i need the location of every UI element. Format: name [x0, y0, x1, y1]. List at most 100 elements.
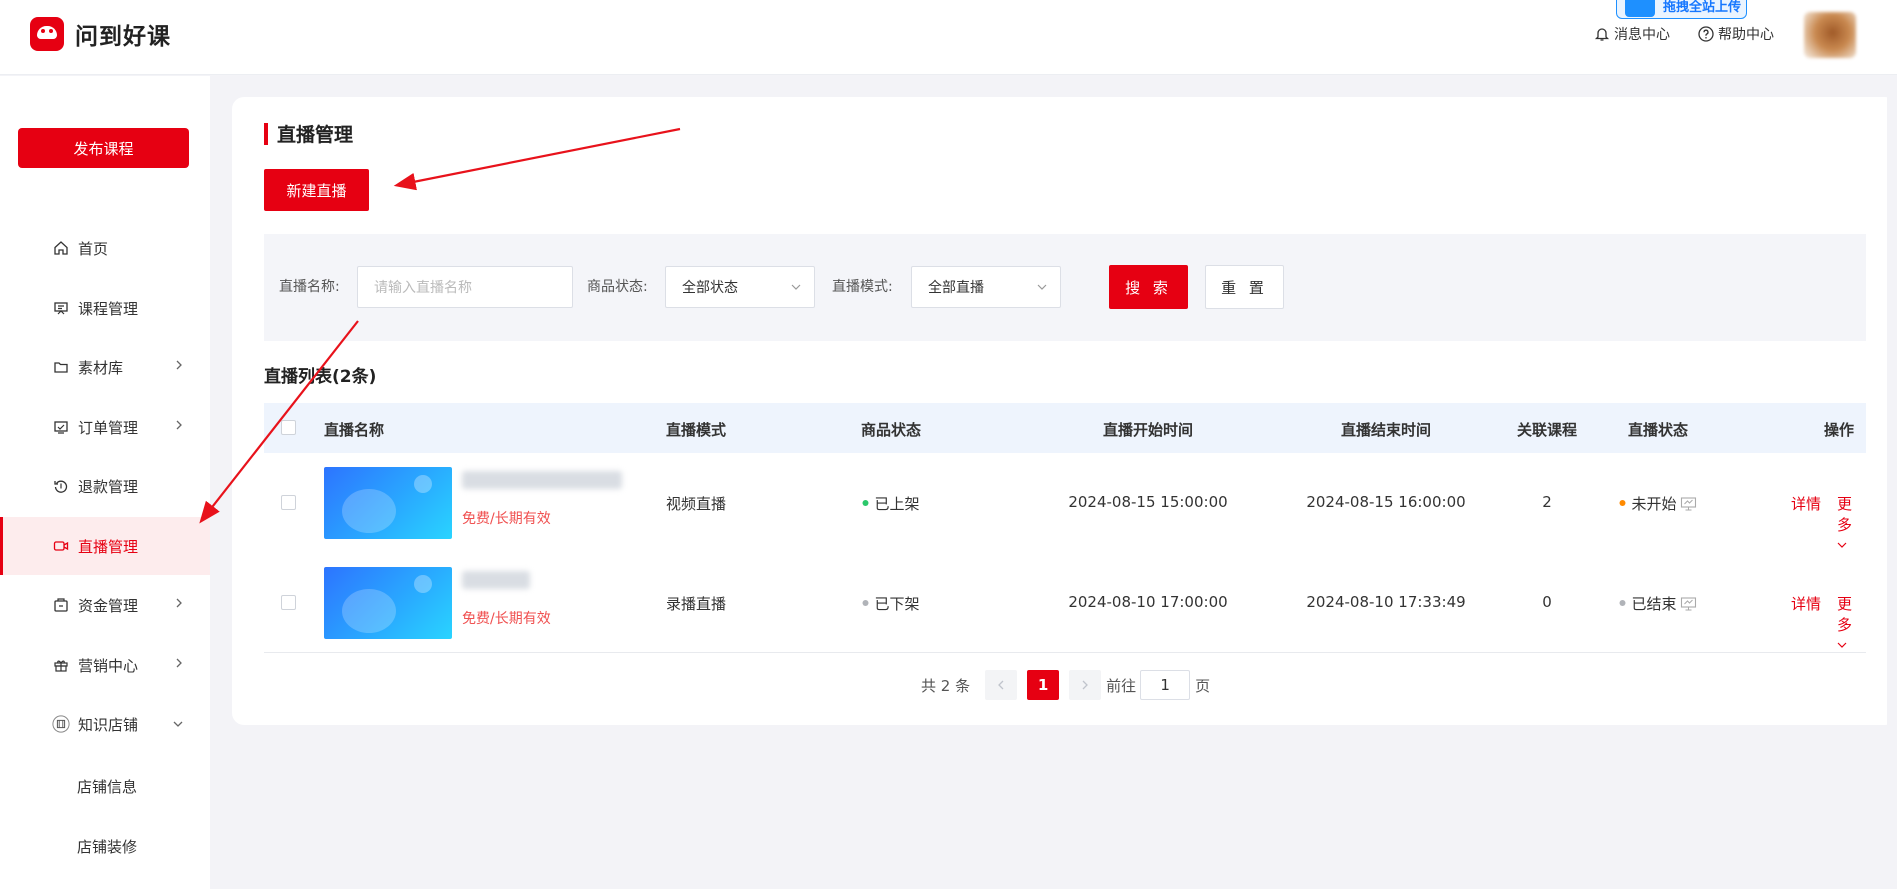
- live-name-input[interactable]: 请输入直播名称: [357, 266, 573, 308]
- sidebar-item-label: 营销中心: [78, 656, 139, 675]
- related-courses-cell: 0: [1542, 593, 1552, 611]
- page-title: 直播管理: [277, 124, 354, 146]
- goods-status-label: 商品状态:: [587, 279, 648, 295]
- col-actions: 操作: [1824, 421, 1855, 439]
- main-content-card: 直播管理 新建直播 直播名称: 请输入直播名称 商品状态: 全部状态 直播模式:…: [232, 97, 1897, 725]
- price-label: 免费/长期有效: [462, 511, 551, 527]
- sidebar-item-orders[interactable]: 订单管理: [0, 398, 210, 456]
- refund-icon: [52, 477, 70, 495]
- col-goods-status: 商品状态: [860, 421, 922, 439]
- new-live-button[interactable]: 新建直播: [264, 169, 369, 211]
- goto-page-input[interactable]: 1: [1140, 670, 1191, 700]
- chevron-down-icon: [1837, 642, 1847, 648]
- goods-status-cell: 已下架: [862, 593, 920, 614]
- monitor-icon: [1680, 597, 1697, 611]
- brand-logo[interactable]: 问到好课: [30, 17, 171, 51]
- status-dot: [1619, 500, 1626, 506]
- help-icon: [1698, 26, 1714, 42]
- goods-status-value: 全部状态: [682, 280, 738, 296]
- col-live-mode: 直播模式: [665, 421, 727, 439]
- message-center-label: 消息中心: [1614, 27, 1670, 43]
- table-row: 免费/长期有效 录播直播 已下架 2024-08-10 17:00:00 202…: [264, 553, 1866, 653]
- live-mode-select[interactable]: 全部直播: [911, 266, 1061, 308]
- bell-icon: [1594, 28, 1610, 41]
- wallet-icon: [52, 596, 70, 614]
- message-center-link[interactable]: 消息中心: [1594, 24, 1670, 44]
- home-icon: [52, 239, 70, 257]
- start-time-cell: 2024-08-15 15:00:00: [1068, 493, 1228, 511]
- live-title-redacted[interactable]: [462, 471, 622, 489]
- sidebar-item-label: 课程管理: [78, 299, 139, 318]
- sidebar-item-label: 素材库: [78, 358, 124, 377]
- live-title-redacted[interactable]: [462, 571, 530, 589]
- table-header: 直播名称 直播模式 商品状态 直播开始时间 直播结束时间 关联课程 直播状态 操…: [264, 403, 1866, 453]
- prev-page-button[interactable]: [985, 670, 1018, 700]
- sidebar-subitem-shop-decor[interactable]: 店铺装修: [0, 821, 210, 871]
- status-dot: [862, 600, 869, 606]
- sidebar-item-label: 知识店铺: [78, 715, 139, 734]
- gift-icon: [52, 656, 70, 674]
- chevron-down-icon: [791, 284, 801, 290]
- live-cover-thumbnail[interactable]: [324, 467, 452, 539]
- chevron-right-icon: [1082, 680, 1089, 690]
- shop-icon: [52, 715, 70, 733]
- upload-badge[interactable]: 拖拽全站上传: [1616, 0, 1747, 19]
- row-checkbox[interactable]: [281, 595, 296, 610]
- select-all-checkbox[interactable]: [281, 420, 296, 435]
- chevron-down-icon: [1837, 542, 1847, 548]
- chevron-down-icon: [1037, 284, 1047, 290]
- sidebar-subitem-shop-info[interactable]: 店铺信息: [0, 761, 210, 811]
- start-time-cell: 2024-08-10 17:00:00: [1068, 593, 1228, 611]
- sidebar-item-live[interactable]: 直播管理: [0, 517, 210, 575]
- live-mode-cell: 视频直播: [665, 495, 727, 513]
- more-dropdown[interactable]: 更多: [1837, 493, 1866, 553]
- chevron-right-icon: [176, 420, 182, 430]
- live-cover-thumbnail[interactable]: [324, 567, 452, 639]
- title-accent-bar: [264, 123, 268, 145]
- chevron-left-icon: [998, 680, 1004, 690]
- search-button[interactable]: 搜 索: [1109, 265, 1188, 309]
- row-checkbox[interactable]: [281, 495, 296, 510]
- sidebar-item-label: 直播管理: [78, 537, 139, 556]
- chevron-down-icon: [173, 721, 183, 727]
- user-avatar[interactable]: [1804, 12, 1856, 58]
- live-name-label: 直播名称:: [279, 279, 340, 295]
- live-status-cell: 未开始: [1619, 493, 1697, 514]
- sidebar-item-label: 退款管理: [78, 477, 139, 496]
- next-page-button[interactable]: [1069, 670, 1102, 700]
- chevron-right-icon: [176, 360, 182, 370]
- reset-button[interactable]: 重 置: [1205, 265, 1284, 309]
- detail-link[interactable]: 详情: [1791, 593, 1821, 614]
- order-icon: [52, 418, 70, 436]
- monitor-icon: [1680, 497, 1697, 511]
- list-title: 直播列表(2条): [264, 367, 377, 387]
- sidebar-item-home[interactable]: 首页: [0, 219, 210, 277]
- sidebar-item-shop[interactable]: 知识店铺: [0, 695, 210, 753]
- price-label: 免费/长期有效: [462, 611, 551, 627]
- col-end-time: 直播结束时间: [1340, 421, 1432, 439]
- sidebar-item-marketing[interactable]: 营销中心: [0, 636, 210, 694]
- page-scrollbar[interactable]: [1887, 76, 1897, 889]
- pagination: 共 2 条 1 前往 1 页: [921, 670, 1210, 700]
- live-status-cell: 已结束: [1619, 593, 1697, 614]
- help-center-label: 帮助中心: [1718, 27, 1774, 43]
- upload-icon: [1625, 0, 1655, 17]
- goods-status-select[interactable]: 全部状态: [665, 266, 815, 308]
- page-1-button[interactable]: 1: [1027, 670, 1060, 700]
- detail-link[interactable]: 详情: [1791, 493, 1821, 514]
- more-dropdown[interactable]: 更多: [1837, 593, 1866, 653]
- sidebar-item-courses[interactable]: 课程管理: [0, 279, 210, 337]
- total-count: 共 2 条: [921, 676, 971, 695]
- table-row: 免费/长期有效 视频直播 已上架 2024-08-15 15:00:00 202…: [264, 453, 1866, 553]
- goods-status-cell: 已上架: [862, 493, 920, 514]
- sidebar-item-library[interactable]: 素材库: [0, 338, 210, 396]
- end-time-cell: 2024-08-15 16:00:00: [1306, 493, 1466, 511]
- status-dot: [1619, 600, 1626, 606]
- sidebar-item-funds[interactable]: 资金管理: [0, 576, 210, 634]
- publish-course-button[interactable]: 发布课程: [18, 128, 189, 168]
- sidebar-item-refunds[interactable]: 退款管理: [0, 457, 210, 515]
- col-live-status: 直播状态: [1627, 421, 1689, 439]
- goto-label: 前往: [1106, 676, 1137, 695]
- help-center-link[interactable]: 帮助中心: [1698, 24, 1774, 44]
- upload-badge-label: 拖拽全站上传: [1663, 0, 1742, 15]
